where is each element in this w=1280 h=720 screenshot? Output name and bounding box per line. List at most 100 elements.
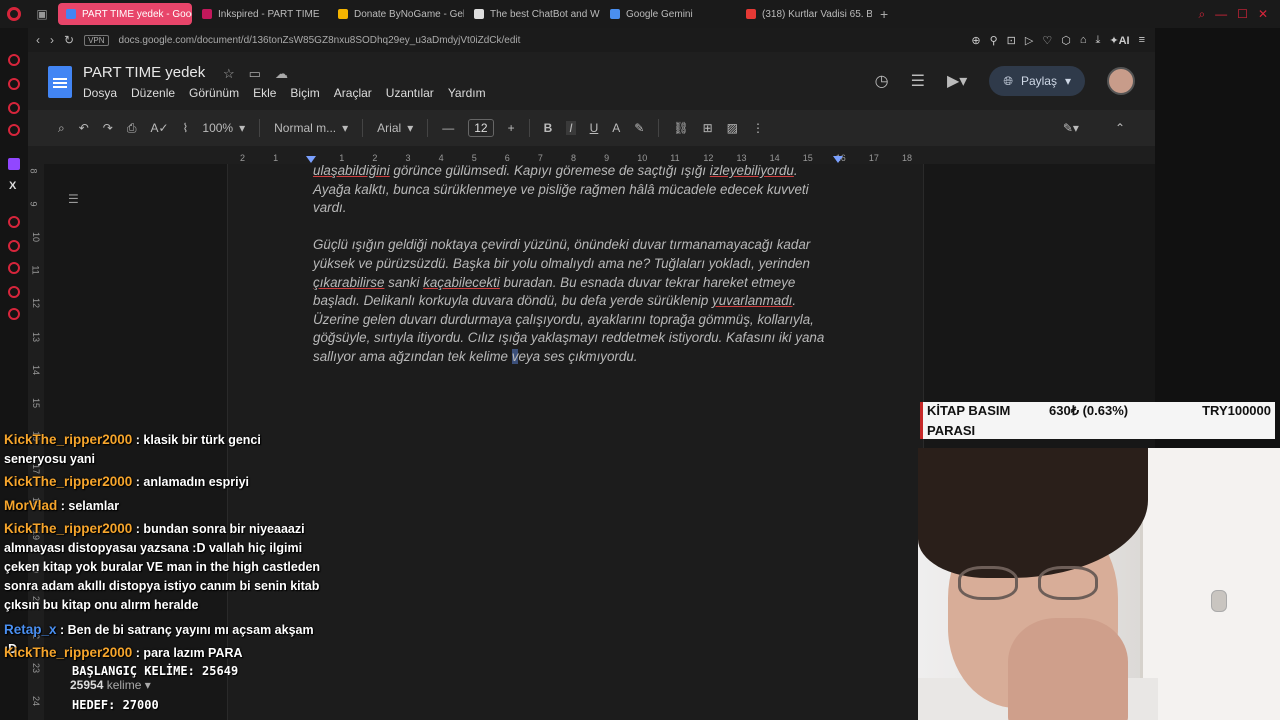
url-field[interactable]: docs.google.com/document/d/136tonZsW85GZ… [119, 35, 521, 46]
vpn-badge[interactable]: VPN [84, 34, 109, 46]
x-sidebar-icon[interactable]: X [9, 180, 16, 192]
twitch-sidebar-icon[interactable] [8, 158, 20, 170]
menu-duzenle[interactable]: Düzenle [131, 86, 175, 100]
add-comment-icon[interactable]: ⊞ [703, 121, 713, 135]
search-menus-icon[interactable]: ⌕ [58, 121, 65, 136]
back-icon[interactable]: ‹ [36, 33, 40, 47]
increase-font-icon[interactable]: + [508, 121, 515, 135]
bookmarks-sidebar-icon[interactable] [8, 240, 20, 252]
forward-icon[interactable]: › [50, 33, 54, 47]
menu-bicim[interactable]: Biçim [290, 86, 319, 100]
close-window-icon[interactable]: ✕ [1258, 7, 1268, 22]
cloud-status-icon[interactable]: ☁ [275, 66, 288, 82]
bookmark-icon[interactable]: ♡ [1042, 34, 1052, 47]
document-page[interactable]: ulaşabildiğini görünce gülümsedi. Kapıyı… [227, 162, 924, 720]
move-folder-icon[interactable]: ▭ [249, 66, 261, 82]
new-tab-plus-icon[interactable]: + [872, 6, 896, 22]
snapshot-icon[interactable]: ⊡ [1007, 34, 1016, 47]
tab-gemini[interactable]: Google Gemini [602, 3, 736, 25]
word-count-dropdown-icon[interactable]: ▾ [145, 678, 151, 692]
zoom-select[interactable]: 100% ▾ [202, 121, 245, 135]
extensions-icon[interactable]: ⬡ [1061, 34, 1071, 47]
spellcheck-icon[interactable]: A✓ [150, 121, 168, 135]
text-color-icon[interactable]: A [612, 121, 620, 135]
clock-sidebar-icon[interactable] [8, 262, 20, 274]
misspelled-word[interactable]: izleyebiliyordu [710, 163, 794, 178]
star-icon[interactable]: ☆ [223, 66, 235, 82]
share-dropdown-icon[interactable]: ▾ [1065, 74, 1071, 88]
chat-username: KickThe_ripper2000 [4, 474, 133, 489]
font-select[interactable]: Arial ▾ [377, 121, 413, 135]
menu-araclar[interactable]: Araçlar [334, 86, 372, 100]
minimize-icon[interactable]: — [1215, 7, 1227, 22]
bold-icon[interactable]: B [544, 121, 553, 135]
more-options-icon[interactable]: ⋮ [752, 121, 764, 135]
share-button[interactable]: 🌐︎ Paylaş ▾ [989, 66, 1085, 96]
redo-icon[interactable]: ↷ [103, 121, 113, 135]
title-actions: ☆ ▭ ☁ [223, 66, 288, 82]
maximize-icon[interactable]: ☐ [1237, 7, 1248, 22]
collapse-menus-icon[interactable]: ⌃ [1115, 121, 1125, 135]
zoom-icon[interactable]: ⊕ [971, 34, 980, 47]
print-icon[interactable]: ⎙ [127, 121, 137, 136]
document-body[interactable]: ulaşabildiğini görünce gülümsedi. Kapıyı… [313, 162, 843, 385]
decrease-font-icon[interactable]: — [442, 121, 454, 135]
menu-uzantilar[interactable]: Uzantılar [386, 86, 434, 100]
google-docs-logo-icon[interactable] [48, 66, 72, 98]
paint-format-icon[interactable]: ⌇ [183, 121, 189, 135]
docs-word-count[interactable]: 25954 kelime ▾ [70, 678, 151, 692]
instagram-sidebar-icon[interactable] [8, 102, 20, 114]
tab-inkspired[interactable]: Inkspired - PART TIME [194, 3, 328, 25]
zoom-dropdown-icon: ▾ [239, 121, 246, 135]
download-icon[interactable]: ⤓ [1095, 34, 1100, 47]
menu-dosya[interactable]: Dosya [83, 86, 117, 100]
highlight-icon[interactable]: ✎ [634, 121, 644, 135]
italic-icon[interactable]: I [566, 121, 576, 135]
history-sidebar-icon[interactable] [8, 216, 20, 228]
misspelled-word[interactable]: kaçabilecekti [423, 275, 500, 290]
webcam-door [1140, 448, 1280, 720]
undo-icon[interactable]: ↶ [79, 121, 89, 135]
webcam-hair [918, 448, 1148, 578]
menu-yardim[interactable]: Yardım [448, 86, 486, 100]
font-size-input[interactable]: 12 [468, 119, 494, 137]
comments-icon[interactable]: ☰ [911, 71, 925, 91]
settings-sidebar-icon[interactable] [8, 308, 20, 320]
tab-chatbot[interactable]: The best ChatBot and Wi [466, 3, 600, 25]
pin-icon[interactable]: ⚲ [990, 34, 998, 47]
docs-favicon-icon [66, 9, 76, 19]
reload-icon[interactable]: ↻ [64, 33, 74, 47]
chat-message: KickThe_ripper2000 : klasik bir türk gen… [4, 430, 324, 469]
menu-ekle[interactable]: Ekle [253, 86, 276, 100]
search-tabs-icon[interactable]: ⌕ [1198, 7, 1205, 22]
underline-icon[interactable]: U [590, 121, 599, 135]
chat-text: : selamlar [57, 499, 120, 513]
document-outline-icon[interactable]: ☰ [68, 192, 79, 206]
misspelled-word[interactable]: ulaşabildiğini [313, 163, 390, 178]
link-icon[interactable]: ⛓ [673, 121, 688, 135]
aria-sidebar-icon[interactable] [8, 54, 20, 66]
meet-icon[interactable]: ▶▾ [947, 71, 967, 91]
menu-gorunum[interactable]: Görünüm [189, 86, 239, 100]
extensions-sidebar-icon[interactable] [8, 286, 20, 298]
tab-part-time-yedek[interactable]: PART TIME yedek - Google [58, 3, 192, 25]
paragraph: Güçlü ışığın geldiği noktaya çevirdi yüz… [313, 237, 825, 364]
opera-logo-icon[interactable] [0, 0, 28, 28]
tab-menu-icon[interactable]: ▣ [28, 0, 56, 28]
wallet-icon[interactable]: ⌂ [1080, 34, 1087, 47]
editing-mode-icon[interactable]: ✎▾ [1063, 121, 1079, 135]
document-title[interactable]: PART TIME yedek [83, 64, 205, 81]
style-select[interactable]: Normal m... ▾ [274, 121, 348, 135]
version-history-icon[interactable]: ◷ [875, 71, 889, 91]
menu-icon[interactable]: ≡ [1139, 34, 1145, 47]
tab-youtube[interactable]: (318) Kurtlar Vadisi 65. Bö [738, 3, 872, 25]
play-icon[interactable]: ▷ [1025, 34, 1033, 47]
tab-bynogame[interactable]: Donate ByNoGame - Gele [330, 3, 464, 25]
insert-image-icon[interactable]: ▨ [727, 121, 738, 135]
misspelled-word[interactable]: yuvarlanmadı [712, 293, 792, 308]
player-sidebar-icon[interactable] [8, 124, 20, 136]
messenger-sidebar-icon[interactable] [8, 78, 20, 90]
misspelled-word[interactable]: çıkarabilirse [313, 275, 384, 290]
ai-icon[interactable]: ✦AI [1109, 34, 1129, 47]
avatar[interactable] [1107, 67, 1135, 95]
